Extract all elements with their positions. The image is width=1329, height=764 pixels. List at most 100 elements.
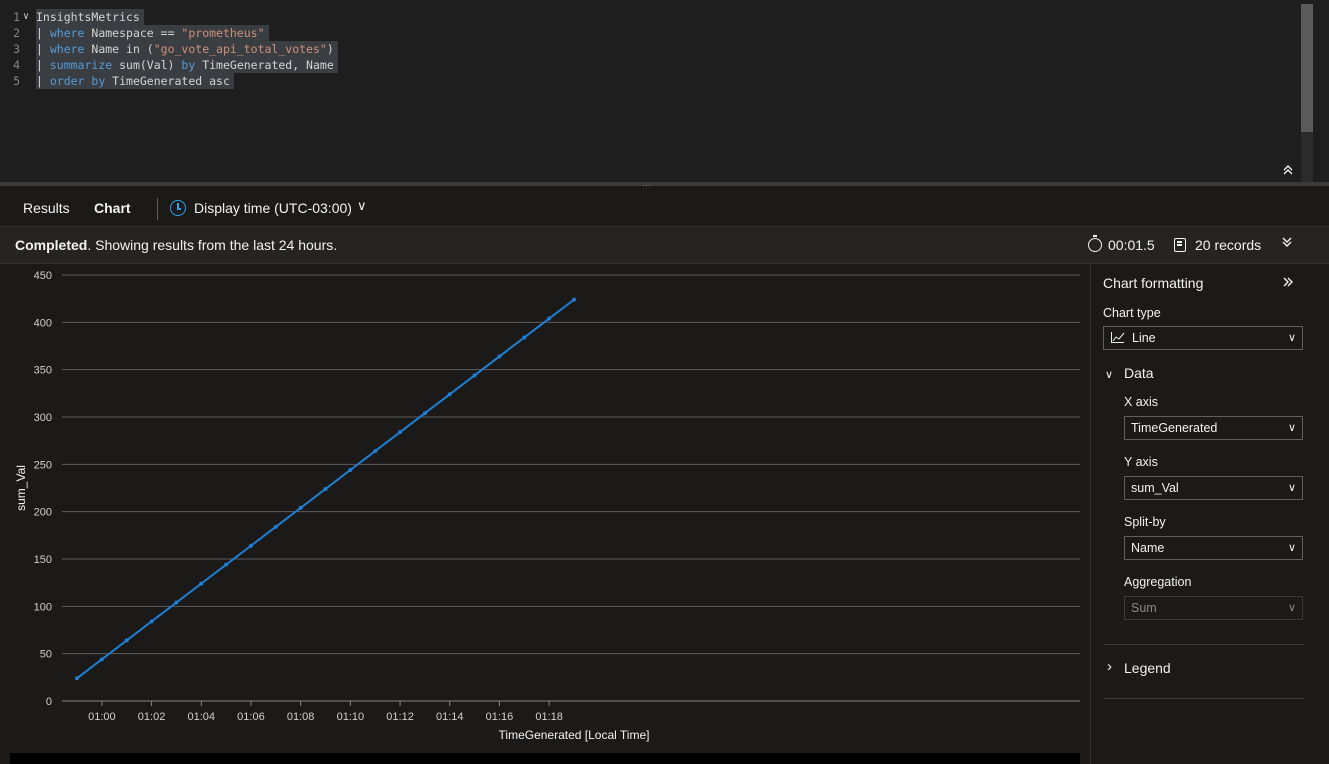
y-tick-label: 450 bbox=[34, 270, 52, 282]
chevron-down-icon[interactable]: ∨ bbox=[357, 198, 367, 214]
code-keyword: where bbox=[49, 42, 85, 56]
panel-divider bbox=[1103, 698, 1304, 699]
data-point bbox=[273, 524, 278, 529]
y-axis-label: Y axis bbox=[1124, 455, 1158, 469]
x-tick-label: 01:04 bbox=[187, 711, 215, 723]
code-keyword: where bbox=[49, 26, 85, 40]
split-by-dropdown[interactable]: Name ∨ bbox=[1124, 536, 1303, 560]
x-tick-label: 01:08 bbox=[287, 711, 315, 723]
aggregation-label: Aggregation bbox=[1124, 575, 1192, 589]
data-point bbox=[323, 486, 328, 491]
stopwatch-icon bbox=[1088, 235, 1102, 252]
x-tick-label: 01:14 bbox=[436, 711, 464, 723]
code-text[interactable]: | summarize sum(Val) by TimeGenerated, N… bbox=[36, 57, 338, 73]
tab-chart[interactable]: Chart bbox=[94, 200, 131, 216]
code-keyword: summarize bbox=[49, 58, 113, 72]
code-text[interactable]: | where Namespace == "prometheus" bbox=[36, 25, 269, 41]
chevron-down-icon: ∨ bbox=[1287, 602, 1296, 614]
data-point bbox=[348, 468, 353, 473]
x-axis-dropdown[interactable]: TimeGenerated ∨ bbox=[1124, 416, 1303, 440]
code-identifier: | bbox=[36, 74, 50, 88]
y-tick-label: 200 bbox=[34, 507, 52, 519]
y-axis-value: sum_Val bbox=[1131, 481, 1179, 495]
tab-divider bbox=[157, 198, 158, 220]
y-axis-dropdown[interactable]: sum_Val ∨ bbox=[1124, 476, 1303, 500]
code-keyword: by bbox=[181, 58, 196, 72]
double-chevron-up-icon[interactable] bbox=[1280, 162, 1296, 180]
chart-type-dropdown[interactable]: Line ∨ bbox=[1103, 326, 1303, 350]
code-identifier: | bbox=[36, 42, 50, 56]
data-section-header[interactable]: Data bbox=[1124, 365, 1154, 381]
data-point bbox=[124, 638, 129, 643]
x-tick-label: 01:10 bbox=[337, 711, 365, 723]
code-string: "prometheus" bbox=[181, 26, 265, 40]
tab-results[interactable]: Results bbox=[23, 200, 70, 216]
data-point bbox=[572, 297, 576, 302]
line-number: 5 bbox=[13, 74, 20, 88]
data-point bbox=[447, 392, 452, 397]
split-by-label: Split-by bbox=[1124, 515, 1166, 529]
line-chart[interactable]: 0 50 100 150 200 250 300 350 400 450 01:00 01:02 01:… bbox=[0, 264, 1090, 753]
chevron-right-icon[interactable]: › bbox=[1107, 658, 1112, 675]
data-point bbox=[422, 411, 427, 416]
double-chevron-right-icon[interactable] bbox=[1282, 275, 1294, 292]
fold-chevron-icon[interactable]: ∨ bbox=[23, 9, 29, 25]
line-number: 3 bbox=[13, 42, 20, 56]
y-tick-label: 250 bbox=[34, 459, 52, 471]
x-axis-label: X axis bbox=[1124, 395, 1159, 409]
data-point bbox=[298, 505, 303, 510]
data-point bbox=[224, 562, 229, 567]
y-axis-title: sum_Val bbox=[14, 465, 28, 511]
line-number: 4 bbox=[13, 58, 20, 72]
data-point bbox=[497, 354, 502, 359]
clock-icon[interactable] bbox=[170, 200, 186, 216]
legend-section-header[interactable]: Legend bbox=[1124, 660, 1171, 676]
chart-area[interactable]: 0 50 100 150 200 250 300 350 400 450 01:00 01:02 01:… bbox=[0, 264, 1090, 764]
chevron-down-icon: ∨ bbox=[1287, 422, 1296, 434]
code-identifier: TimeGenerated, Name bbox=[195, 58, 334, 72]
code-text[interactable]: | order by TimeGenerated asc bbox=[36, 73, 234, 89]
chevron-down-icon: ∨ bbox=[1287, 332, 1296, 344]
chevron-down-icon: ∨ bbox=[1287, 482, 1296, 494]
code-identifier: TimeGenerated asc bbox=[105, 74, 230, 88]
line-chart-icon bbox=[1111, 332, 1125, 343]
line-number: 1 bbox=[13, 10, 20, 24]
data-point bbox=[373, 449, 378, 454]
y-tick-label: 0 bbox=[46, 696, 52, 708]
code-text[interactable]: InsightsMetrics bbox=[36, 9, 144, 25]
data-point bbox=[472, 373, 477, 378]
code-keyword: order by bbox=[49, 74, 106, 88]
panel-title: Chart formatting bbox=[1103, 275, 1204, 291]
y-tick-label: 400 bbox=[34, 317, 52, 329]
code-identifier: InsightsMetrics bbox=[36, 10, 140, 24]
y-tick-label: 150 bbox=[34, 554, 52, 566]
record-count: 20 records bbox=[1195, 237, 1262, 253]
query-editor[interactable]: 1 ∨ InsightsMetrics 2 | where Namespace == "… bbox=[0, 0, 1329, 182]
chevron-down-icon[interactable]: ∨ bbox=[1105, 368, 1113, 381]
display-time-selector[interactable]: Display time (UTC-03:00) bbox=[194, 200, 352, 216]
data-point bbox=[99, 657, 104, 662]
aggregation-value: Sum bbox=[1131, 601, 1157, 615]
x-tick-label: 01:12 bbox=[386, 711, 414, 723]
data-point bbox=[174, 600, 179, 605]
x-tick-label: 01:18 bbox=[535, 711, 563, 723]
aggregation-dropdown[interactable]: Sum ∨ bbox=[1124, 596, 1303, 620]
results-tabs: Results Chart Display time (UTC-03:00) ∨ bbox=[0, 186, 1329, 226]
chart-type-value: Line bbox=[1132, 331, 1156, 345]
chart-footer-strip bbox=[10, 753, 1080, 764]
y-tick-label: 50 bbox=[40, 649, 52, 661]
code-text[interactable]: | where Name in ("go_vote_api_total_vote… bbox=[36, 41, 338, 57]
y-tick-label: 100 bbox=[34, 601, 52, 613]
editor-scrollbar-thumb[interactable] bbox=[1301, 4, 1313, 132]
code-string: "go_vote_api_total_votes" bbox=[153, 42, 327, 56]
expand-down-icon[interactable] bbox=[1281, 235, 1293, 251]
editor-scrollbar[interactable] bbox=[1301, 4, 1313, 182]
x-tick-label: 01:06 bbox=[237, 711, 265, 723]
code-identifier: Namespace == bbox=[84, 26, 182, 40]
records-icon bbox=[1174, 238, 1186, 252]
data-point bbox=[398, 430, 403, 435]
code-identifier: | bbox=[36, 26, 50, 40]
data-point bbox=[75, 676, 79, 681]
data-point bbox=[547, 316, 552, 321]
elapsed-time: 00:01.5 bbox=[1108, 237, 1155, 253]
